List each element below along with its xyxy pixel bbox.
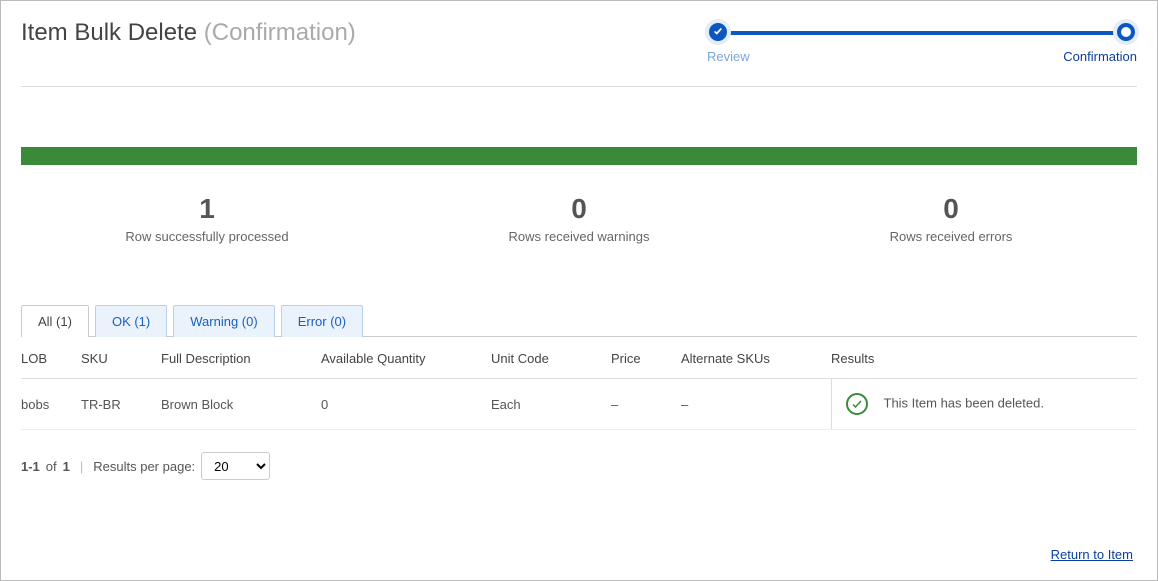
cell-price: – — [611, 379, 681, 430]
result-message: This Item has been deleted. — [884, 395, 1044, 410]
col-price: Price — [611, 337, 681, 379]
cell-sku: TR-BR — [81, 379, 161, 430]
check-icon — [713, 23, 723, 41]
pager-rpp-label: Results per page: — [93, 459, 195, 474]
stat-warnings-label: Rows received warnings — [393, 229, 765, 244]
table-row: bobs TR-BR Brown Block 0 Each – – This I… — [21, 379, 1137, 430]
stat-errors-count: 0 — [765, 193, 1137, 225]
progress-bar-full — [21, 147, 1137, 165]
pager-of: of — [46, 459, 57, 474]
stat-success: 1 Row successfully processed — [21, 193, 393, 244]
col-qty: Available Quantity — [321, 337, 491, 379]
stat-success-count: 1 — [21, 193, 393, 225]
pager-range: 1-1 — [21, 459, 40, 474]
pager-sep: | — [80, 459, 83, 474]
summary-stats: 1 Row successfully processed 0 Rows rece… — [21, 193, 1137, 244]
stat-errors: 0 Rows received errors — [765, 193, 1137, 244]
cell-results: This Item has been deleted. — [831, 379, 1137, 430]
footer-actions: Return to Item — [1051, 547, 1133, 562]
cell-unit: Each — [491, 379, 611, 430]
title-main: Item Bulk Delete — [21, 19, 204, 46]
stepper-node-review — [709, 23, 727, 41]
pager-total: 1 — [63, 459, 70, 474]
stat-errors-label: Rows received errors — [765, 229, 1137, 244]
page-title: Item Bulk Delete (Confirmation) — [21, 19, 356, 47]
results-per-page-select[interactable]: 20 — [201, 452, 270, 480]
col-sku: SKU — [81, 337, 161, 379]
col-results: Results — [831, 337, 1137, 379]
col-lob: LOB — [21, 337, 81, 379]
stepper-line — [715, 31, 1129, 35]
title-sub: (Confirmation) — [204, 19, 356, 46]
cell-lob: bobs — [21, 379, 81, 430]
progress-stepper: Review Confirmation — [707, 19, 1137, 64]
success-check-icon — [846, 393, 868, 415]
cell-desc: Brown Block — [161, 379, 321, 430]
tab-ok[interactable]: OK (1) — [95, 305, 167, 337]
col-alt: Alternate SKUs — [681, 337, 831, 379]
col-unit: Unit Code — [491, 337, 611, 379]
pagination: 1-1 of 1 | Results per page: 20 — [21, 452, 1137, 480]
col-desc: Full Description — [161, 337, 321, 379]
stat-warnings: 0 Rows received warnings — [393, 193, 765, 244]
stat-success-label: Row successfully processed — [21, 229, 393, 244]
cell-qty: 0 — [321, 379, 491, 430]
tab-all[interactable]: All (1) — [21, 305, 89, 337]
stepper-label-confirmation: Confirmation — [1063, 49, 1137, 64]
stat-warnings-count: 0 — [393, 193, 765, 225]
cell-alt: – — [681, 379, 831, 430]
table-header-row: LOB SKU Full Description Available Quant… — [21, 337, 1137, 379]
return-to-item-link[interactable]: Return to Item — [1051, 547, 1133, 562]
results-table: LOB SKU Full Description Available Quant… — [21, 337, 1137, 430]
tab-warning[interactable]: Warning (0) — [173, 305, 274, 337]
result-tabs: All (1) OK (1) Warning (0) Error (0) — [21, 304, 1137, 337]
stepper-node-confirmation — [1117, 23, 1135, 41]
stepper-label-review: Review — [707, 49, 750, 64]
divider — [21, 86, 1137, 87]
tab-error[interactable]: Error (0) — [281, 305, 363, 337]
